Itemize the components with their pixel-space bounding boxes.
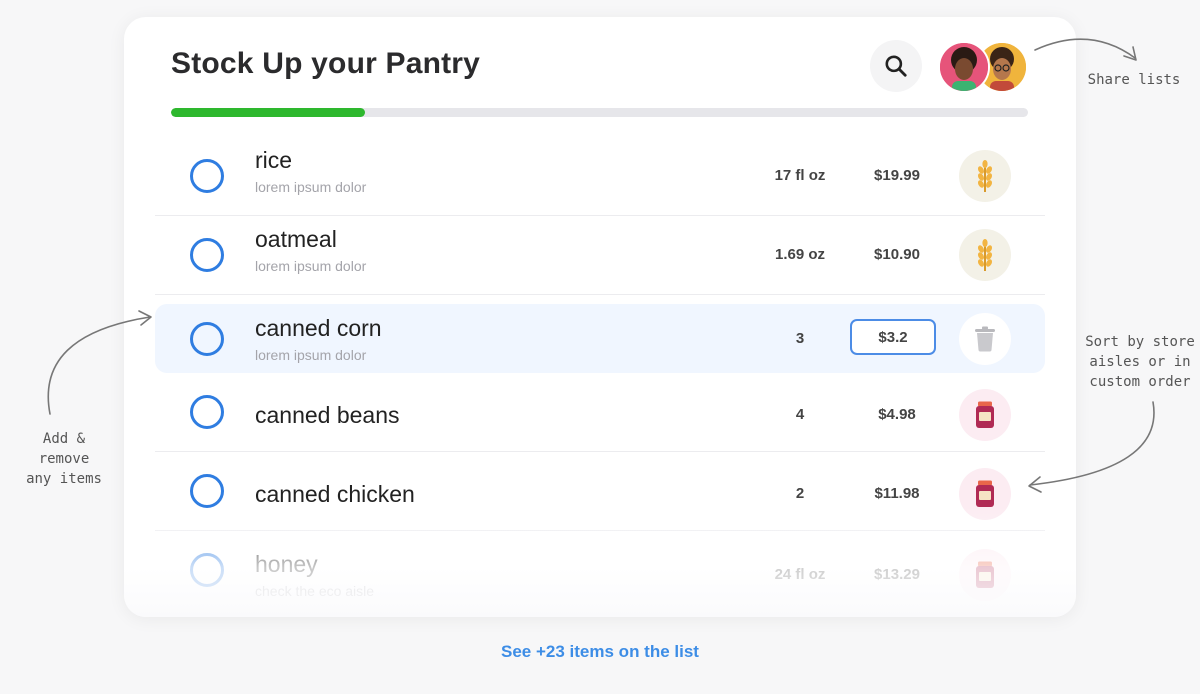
item-quantity: 24 fl oz xyxy=(774,566,826,583)
item-checkbox[interactable] xyxy=(190,474,224,508)
item-name: oatmeal xyxy=(255,226,337,252)
item-quantity: 3 xyxy=(795,330,805,347)
item-name: rice xyxy=(255,147,293,173)
trash-icon xyxy=(975,326,995,352)
item-quantity: 2 xyxy=(795,485,805,502)
see-more-link[interactable]: See +23 items on the list xyxy=(0,642,1200,662)
annotation-add-line: remove xyxy=(38,451,90,467)
item-price[interactable]: $11.98 xyxy=(845,485,949,502)
item-subtitle: lorem ipsum dolor xyxy=(255,179,367,195)
annotation-add-line: Add & xyxy=(42,431,86,447)
progress-fill xyxy=(171,108,365,117)
item-name: canned chicken xyxy=(255,481,415,507)
annotation-sort: Sort by store aisles or in custom order xyxy=(1080,332,1200,392)
annotation-sort-line: Sort by store xyxy=(1085,334,1195,350)
price-input[interactable] xyxy=(850,319,936,355)
jar-icon xyxy=(976,561,994,588)
page-title: Stock Up your Pantry xyxy=(171,47,481,80)
delete-item-button[interactable] xyxy=(959,313,1011,365)
wheat-icon xyxy=(977,160,993,192)
annotation-sort-line: aisles or in xyxy=(1089,354,1191,370)
search-icon xyxy=(885,55,907,77)
annotation-share: Share lists xyxy=(1087,72,1181,88)
list-item[interactable]: honey check the eco aisle 24 fl oz $13.2… xyxy=(155,531,1045,609)
item-quantity: 1.69 oz xyxy=(774,246,826,263)
item-name: canned corn xyxy=(255,315,382,341)
category-badge xyxy=(959,389,1011,441)
category-badge xyxy=(959,468,1011,520)
category-badge xyxy=(959,229,1011,281)
annotation-add-remove: Add & remove any items xyxy=(16,429,112,489)
list-item[interactable]: rice lorem ipsum dolor 17 fl oz $19.99 xyxy=(155,137,1045,216)
item-checkbox[interactable] xyxy=(190,238,224,272)
wheat-icon xyxy=(977,239,993,271)
search-button[interactable] xyxy=(870,40,922,92)
item-price[interactable]: $4.98 xyxy=(845,406,949,423)
avatar[interactable] xyxy=(938,41,990,93)
item-subtitle: check the eco aisle xyxy=(255,583,375,599)
list-item-editing[interactable]: canned corn lorem ipsum dolor 3 xyxy=(155,304,1045,373)
item-checkbox[interactable] xyxy=(190,553,224,587)
item-checkbox[interactable] xyxy=(190,159,224,193)
item-checkbox[interactable] xyxy=(190,395,224,429)
category-badge xyxy=(959,549,1011,601)
pantry-item-list: rice lorem ipsum dolor 17 fl oz $19.99 o… xyxy=(155,137,1045,609)
share-arrowhead xyxy=(1123,46,1137,61)
list-item[interactable]: canned beans 4 $4.98 xyxy=(155,373,1045,452)
shared-users-avatars[interactable] xyxy=(938,41,1028,93)
annotation-add-line: any items xyxy=(26,471,102,487)
jar-icon xyxy=(976,401,994,428)
item-name: honey xyxy=(255,551,318,577)
item-price[interactable]: $10.90 xyxy=(845,246,949,263)
item-name: canned beans xyxy=(255,402,400,428)
category-badge xyxy=(959,150,1011,202)
list-item[interactable]: oatmeal lorem ipsum dolor 1.69 oz $10.90 xyxy=(155,216,1045,295)
pantry-list-card: Stock Up your Pantry rice lorem ipsum do… xyxy=(124,17,1076,617)
item-subtitle: lorem ipsum dolor xyxy=(255,347,367,363)
item-checkbox[interactable] xyxy=(190,321,224,356)
item-price[interactable]: $19.99 xyxy=(845,167,949,184)
item-subtitle: lorem ipsum dolor xyxy=(255,258,367,274)
list-item[interactable]: canned chicken 2 $11.98 xyxy=(155,452,1045,531)
annotation-sort-line: custom order xyxy=(1089,374,1191,390)
list-progress-bar xyxy=(171,108,1028,117)
item-quantity: 17 fl oz xyxy=(774,167,826,184)
jar-icon xyxy=(976,480,994,507)
item-quantity: 4 xyxy=(795,406,805,423)
item-price[interactable]: $13.29 xyxy=(845,566,949,583)
